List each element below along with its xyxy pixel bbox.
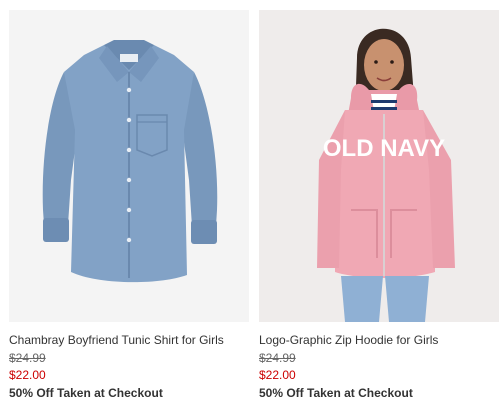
product-image-chambray-shirt[interactable] (9, 10, 249, 322)
shirt-illustration (42, 40, 218, 283)
hoodie-model-illustration: OLD NAVY (317, 28, 455, 322)
product-card[interactable]: OLD NAVY Logo-Graphic Zip Hoodie for Gir… (259, 10, 499, 401)
sale-price: $22.00 (259, 368, 296, 382)
sale-price: $22.00 (9, 368, 46, 382)
promo-text: 50% Off Taken at Checkout (259, 386, 413, 400)
promo-text: 50% Off Taken at Checkout (9, 386, 163, 400)
product-card[interactable]: Chambray Boyfriend Tunic Shirt for Girls… (9, 10, 249, 401)
product-title[interactable]: Logo-Graphic Zip Hoodie for Girls (259, 333, 499, 348)
product-grid: Chambray Boyfriend Tunic Shirt for Girls… (0, 0, 500, 405)
original-price: $24.99 (259, 351, 296, 365)
product-title[interactable]: Chambray Boyfriend Tunic Shirt for Girls (9, 333, 249, 348)
original-price: $24.99 (9, 351, 46, 365)
garment-print: OLD NAVY (323, 135, 445, 162)
product-image-zip-hoodie[interactable]: OLD NAVY (259, 10, 499, 322)
